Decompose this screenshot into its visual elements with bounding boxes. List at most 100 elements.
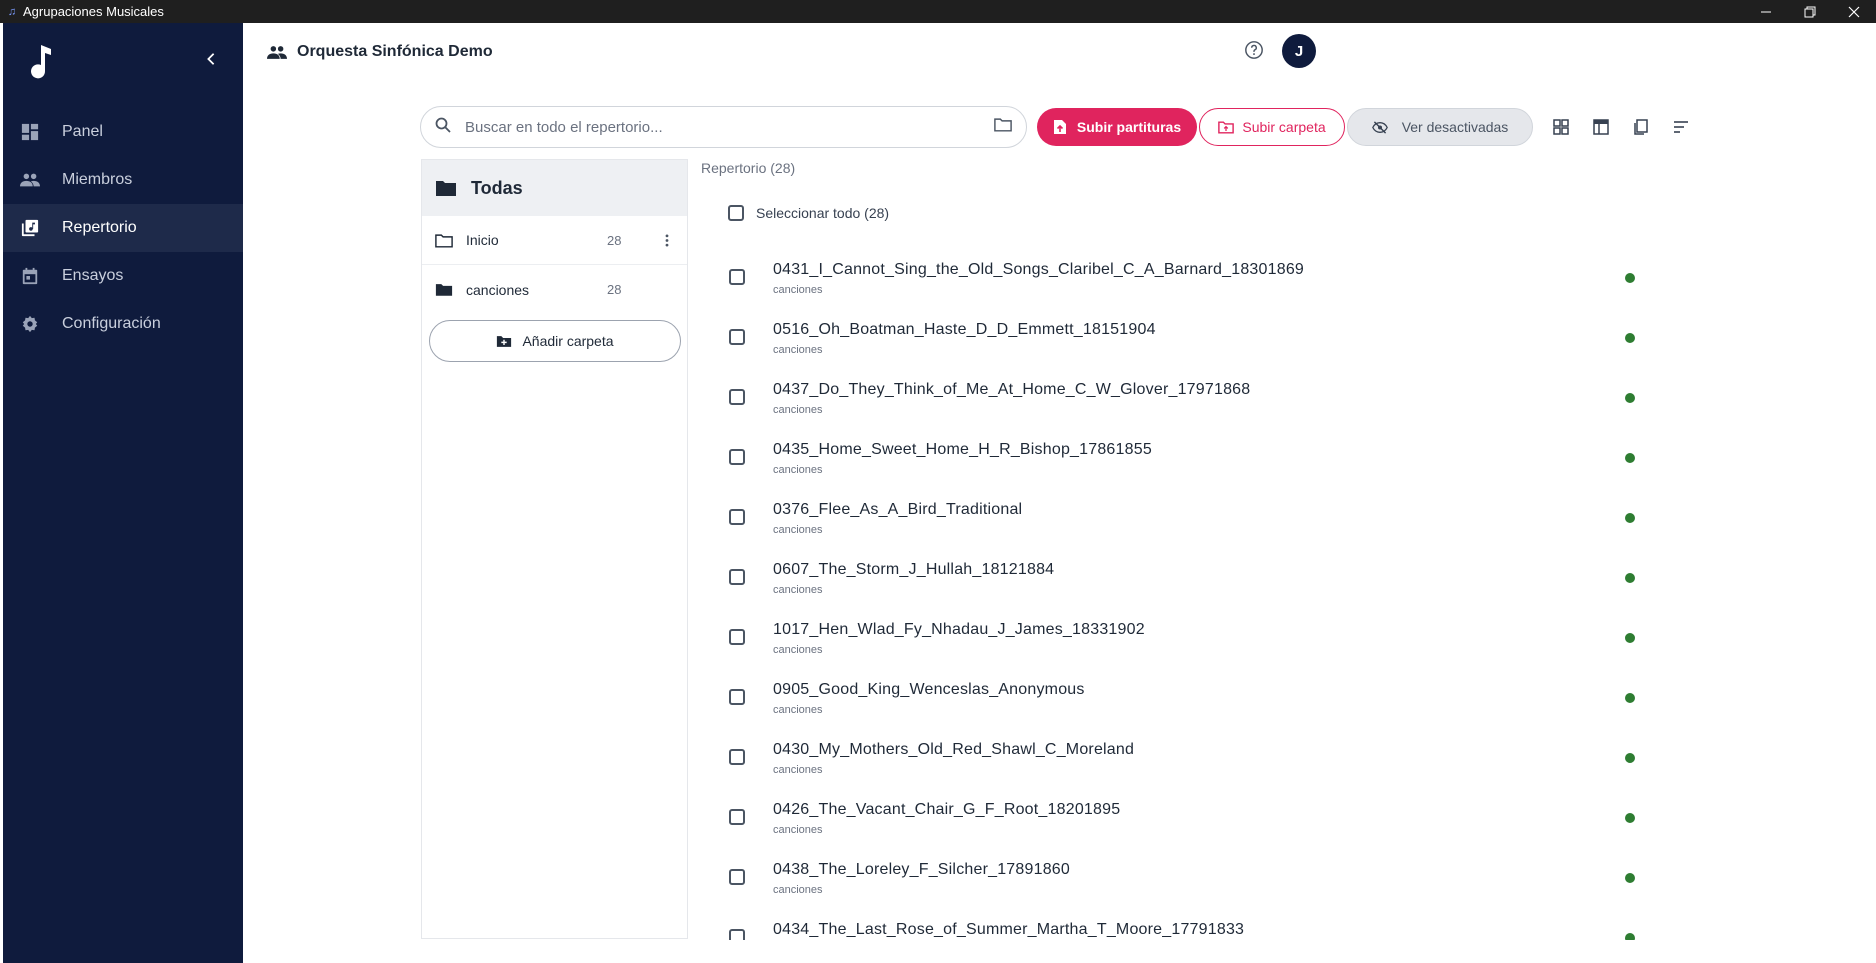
score-folder: canciones bbox=[773, 644, 823, 656]
folder-item-canciones[interactable]: canciones 28 bbox=[422, 265, 687, 314]
score-name[interactable]: 0437_Do_They_Think_of_Me_At_Home_C_W_Glo… bbox=[773, 381, 1250, 399]
folder-more-button[interactable] bbox=[658, 231, 676, 249]
upload-scores-label: Subir partituras bbox=[1076, 119, 1182, 135]
score-name[interactable]: 0435_Home_Sweet_Home_H_R_Bishop_17861855 bbox=[773, 441, 1152, 459]
upload-file-icon bbox=[1053, 119, 1069, 135]
folder-outline-icon bbox=[994, 118, 1012, 132]
score-name[interactable]: 0431_I_Cannot_Sing_the_Old_Songs_Claribe… bbox=[773, 261, 1304, 279]
score-folder: canciones bbox=[773, 764, 823, 776]
score-name[interactable]: 0516_Oh_Boatman_Haste_D_D_Emmett_1815190… bbox=[773, 321, 1156, 339]
list-item[interactable]: 0376_Flee_As_A_Bird_Traditional canciones bbox=[700, 488, 1660, 548]
close-icon bbox=[1848, 6, 1860, 17]
score-name[interactable]: 0434_The_Last_Rose_of_Summer_Martha_T_Mo… bbox=[773, 921, 1244, 939]
item-checkbox[interactable] bbox=[729, 509, 745, 525]
calendar-icon bbox=[20, 266, 40, 286]
sidebar-item-miembros[interactable]: Miembros bbox=[3, 156, 243, 204]
view-disabled-button[interactable]: Ver desactivadas bbox=[1347, 108, 1533, 146]
add-folder-button[interactable]: Añadir carpeta bbox=[429, 320, 681, 362]
list-item[interactable]: 0437_Do_They_Think_of_Me_At_Home_C_W_Glo… bbox=[700, 368, 1660, 428]
folder-item-inicio[interactable]: Inicio 28 bbox=[422, 216, 687, 265]
status-active-dot bbox=[1625, 813, 1635, 823]
search-bar bbox=[420, 106, 1027, 148]
list-item[interactable]: 1017_Hen_Wlad_Fy_Nhadau_J_James_18331902… bbox=[700, 608, 1660, 668]
user-avatar[interactable]: J bbox=[1282, 34, 1316, 68]
card-view-button[interactable] bbox=[1630, 116, 1652, 138]
sidebar-item-ensayos[interactable]: Ensayos bbox=[3, 252, 243, 300]
music-note-logo-icon bbox=[27, 41, 57, 81]
search-input[interactable] bbox=[463, 117, 994, 137]
folder-count: 28 bbox=[607, 282, 622, 297]
folder-all[interactable]: Todas bbox=[422, 160, 687, 216]
list-item[interactable]: 0435_Home_Sweet_Home_H_R_Bishop_17861855… bbox=[700, 428, 1660, 488]
list-item[interactable]: 0430_My_Mothers_Old_Red_Shawl_C_Moreland… bbox=[700, 728, 1660, 788]
item-checkbox[interactable] bbox=[729, 329, 745, 345]
status-active-dot bbox=[1625, 873, 1635, 883]
upload-scores-button[interactable]: Subir partituras bbox=[1037, 108, 1197, 146]
select-all-checkbox[interactable] bbox=[728, 205, 744, 221]
list-item[interactable]: 0426_The_Vacant_Chair_G_F_Root_18201895c… bbox=[700, 788, 1660, 848]
dashboard-icon bbox=[20, 122, 40, 142]
help-button[interactable] bbox=[1244, 40, 1266, 62]
sidebar-item-label: Configuración bbox=[62, 315, 161, 332]
sidebar-item-label: Repertorio bbox=[62, 219, 137, 236]
table-view-button[interactable] bbox=[1590, 116, 1612, 138]
restore-icon bbox=[1804, 6, 1816, 17]
folder-name: Inicio bbox=[466, 232, 499, 248]
score-name[interactable]: 0438_The_Loreley_F_Silcher_17891860 bbox=[773, 861, 1070, 879]
status-active-dot bbox=[1625, 753, 1635, 763]
copy-view-icon bbox=[1634, 119, 1648, 135]
library-music-icon bbox=[20, 218, 40, 238]
list-item[interactable]: 0516_Oh_Boatman_Haste_D_D_Emmett_1815190… bbox=[700, 308, 1660, 368]
item-checkbox[interactable] bbox=[729, 449, 745, 465]
list-item[interactable]: 0431_I_Cannot_Sing_the_Old_Songs_Claribe… bbox=[700, 248, 1660, 308]
score-name[interactable]: 0905_Good_King_Wenceslas_Anonymous bbox=[773, 681, 1085, 699]
item-checkbox[interactable] bbox=[729, 749, 745, 765]
score-name[interactable]: 0430_My_Mothers_Old_Red_Shawl_C_Moreland bbox=[773, 741, 1134, 759]
item-checkbox[interactable] bbox=[729, 569, 745, 585]
item-checkbox[interactable] bbox=[729, 929, 745, 940]
status-active-dot bbox=[1625, 693, 1635, 703]
item-checkbox[interactable] bbox=[729, 869, 745, 885]
organization-name: Orquesta Sinfónica Demo bbox=[297, 43, 493, 60]
group-icon bbox=[267, 41, 289, 63]
window-titlebar: ♫ Agrupaciones Musicales bbox=[0, 0, 1876, 23]
upload-folder-button[interactable]: Subir carpeta bbox=[1199, 108, 1345, 146]
score-folder: canciones bbox=[773, 824, 823, 836]
grid-view-button[interactable] bbox=[1550, 116, 1572, 138]
score-folder: canciones bbox=[773, 284, 823, 296]
minimize-icon bbox=[1761, 11, 1771, 12]
people-icon bbox=[20, 170, 40, 190]
score-folder: canciones bbox=[773, 464, 823, 476]
select-all[interactable]: Seleccionar todo (28) bbox=[728, 205, 889, 221]
folder-filter-button[interactable] bbox=[994, 117, 1012, 137]
restore-button[interactable] bbox=[1788, 0, 1832, 23]
item-checkbox[interactable] bbox=[729, 689, 745, 705]
close-button[interactable] bbox=[1832, 0, 1876, 23]
score-name[interactable]: 0426_The_Vacant_Chair_G_F_Root_18201895 bbox=[773, 801, 1120, 819]
select-all-label: Seleccionar todo (28) bbox=[756, 205, 890, 221]
list-item[interactable]: 0905_Good_King_Wenceslas_Anonymous cancio… bbox=[700, 668, 1660, 728]
item-checkbox[interactable] bbox=[729, 269, 745, 285]
folder-all-label: Todas bbox=[471, 177, 523, 198]
list-item[interactable]: 0607_The_Storm_J_Hullah_18121884 cancione… bbox=[700, 548, 1660, 608]
status-active-dot bbox=[1625, 453, 1635, 463]
collapse-sidebar-button[interactable] bbox=[199, 47, 223, 71]
repertoire-list: 0431_I_Cannot_Sing_the_Old_Songs_Claribe… bbox=[700, 248, 1660, 940]
list-item[interactable]: 0434_The_Last_Rose_of_Summer_Martha_T_Mo… bbox=[700, 908, 1660, 940]
view-disabled-label: Ver desactivadas bbox=[1401, 119, 1509, 135]
score-name[interactable]: 0607_The_Storm_J_Hullah_18121884 bbox=[773, 561, 1054, 579]
sidebar-item-configuracion[interactable]: Configuración bbox=[3, 300, 243, 348]
item-checkbox[interactable] bbox=[729, 629, 745, 645]
minimize-button[interactable] bbox=[1744, 0, 1788, 23]
sidebar-item-panel[interactable]: Panel bbox=[3, 108, 243, 156]
list-item[interactable]: 0438_The_Loreley_F_Silcher_17891860 canci… bbox=[700, 848, 1660, 908]
item-checkbox[interactable] bbox=[729, 389, 745, 405]
status-active-dot bbox=[1625, 393, 1635, 403]
sidebar-item-repertorio[interactable]: Repertorio bbox=[3, 204, 243, 252]
item-checkbox[interactable] bbox=[729, 809, 745, 825]
score-name[interactable]: 1017_Hen_Wlad_Fy_Nhadau_J_James_18331902 bbox=[773, 621, 1145, 639]
sort-button[interactable] bbox=[1670, 116, 1692, 138]
status-active-dot bbox=[1625, 333, 1635, 343]
score-name[interactable]: 0376_Flee_As_A_Bird_Traditional bbox=[773, 501, 1022, 519]
score-folder: canciones bbox=[773, 404, 823, 416]
